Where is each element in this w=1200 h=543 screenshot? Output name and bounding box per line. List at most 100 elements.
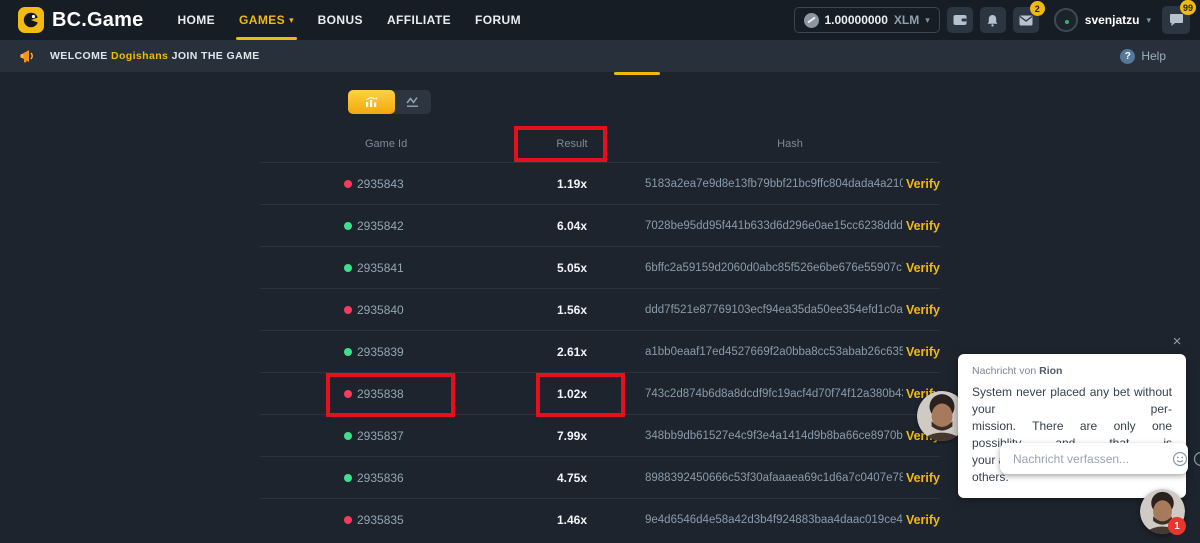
chat-input-icons: [1172, 451, 1200, 467]
chat-input-bar: [1000, 443, 1188, 474]
game-id[interactable]: 2935841: [357, 261, 404, 275]
hash-value: a1bb0eaaf17ed4527669f2a0bba8cc53abab26c6…: [645, 346, 903, 358]
username: svenjatzu: [1085, 13, 1140, 27]
verify-link[interactable]: Verify: [906, 513, 940, 527]
game-id[interactable]: 2935843: [357, 177, 404, 191]
result-value: 2.61x: [512, 345, 632, 359]
game-id[interactable]: 2935837: [357, 429, 404, 443]
balance-amount: 1.00000000: [825, 13, 888, 27]
megaphone-icon: [20, 49, 36, 63]
brand-logo[interactable]: BC.Game: [18, 7, 143, 33]
active-tab-indicator: [614, 72, 660, 75]
chat-launcher[interactable]: 1: [1140, 489, 1185, 534]
verify-link[interactable]: Verify: [906, 261, 940, 275]
table-row: 2935836 4.75x 8988392450666c53f30afaaaea…: [260, 457, 940, 499]
balance-currency: XLM: [894, 13, 919, 27]
help-label: Help: [1141, 49, 1166, 63]
nav-item-home[interactable]: HOME: [177, 0, 215, 40]
header-hash: Hash: [730, 138, 850, 150]
chat-message-line: System never placed any bet without your…: [972, 384, 1172, 418]
nav-item-forum[interactable]: FORUM: [475, 0, 521, 40]
main-nav: HOME GAMES ▾ BONUS AFFILIATE FORUM: [177, 0, 521, 40]
table-row: 2935840 1.56x ddd7f521e87769103ecf94ea35…: [260, 289, 940, 331]
header-game-id: Game Id: [365, 138, 407, 150]
verify-link[interactable]: Verify: [906, 219, 940, 233]
balance-selector[interactable]: 1.00000000 XLM ▾: [794, 7, 940, 33]
result-value: 1.56x: [512, 303, 632, 317]
hash-value: 5183a2ea7e9d8e13fb79bbf21bc9ffc804dada4a…: [645, 178, 903, 190]
nav-item-games[interactable]: GAMES ▾: [239, 0, 294, 40]
result-value: 7.99x: [512, 429, 632, 443]
annotation-box-result-1-02x: [536, 373, 625, 417]
chat-message-from: Nachricht von Rion: [972, 365, 1172, 377]
brand-name: BC.Game: [52, 9, 143, 32]
table-row: 2935842 6.04x 7028be95dd95f441b633d6d296…: [260, 205, 940, 247]
site-chat-badge: 99: [1180, 0, 1196, 15]
status-dot: [344, 474, 352, 482]
table-body: 2935843 1.19x 5183a2ea7e9d8e13fb79bbf21b…: [260, 163, 940, 541]
hash-value: 8988392450666c53f30afaaaea69c1d6a7c0407e…: [645, 472, 903, 484]
wallet-icon: [953, 14, 967, 26]
site-chat-button[interactable]: 99: [1162, 6, 1190, 34]
verify-link[interactable]: Verify: [906, 345, 940, 359]
chat-close-icon[interactable]: ×: [1168, 332, 1186, 350]
trend-chart-icon: [406, 96, 420, 108]
hash-value: 743c2d874b6d8a8dcdf9fc19acf4d70f74f12a38…: [645, 388, 903, 400]
user-avatar: [1054, 8, 1078, 32]
verify-link[interactable]: Verify: [906, 303, 940, 317]
top-navbar: BC.Game HOME GAMES ▾ BONUS AFFILIATE FOR…: [0, 0, 1200, 40]
navbar-right: 1.00000000 XLM ▾ 2 svenjatzu: [794, 0, 1191, 40]
hash-value: ddd7f521e87769103ecf94ea35da50ee354efd1c…: [645, 304, 903, 316]
annotation-box-game-id-2935838: [326, 373, 455, 417]
table-row: 2935841 5.05x 6bffc2a59159d2060d0abc85f5…: [260, 247, 940, 289]
table-row: 2935843 1.19x 5183a2ea7e9d8e13fb79bbf21b…: [260, 163, 940, 205]
chevron-down-icon: ▾: [1146, 15, 1151, 26]
mail-badge: 2: [1030, 1, 1045, 16]
result-value: 1.46x: [512, 513, 632, 527]
status-dot: [344, 306, 352, 314]
chat-unread-badge: 1: [1168, 517, 1186, 535]
chevron-down-icon: ▾: [925, 15, 930, 26]
verify-link[interactable]: Verify: [906, 177, 940, 191]
game-id[interactable]: 2935836: [357, 471, 404, 485]
nav-item-bonus[interactable]: BONUS: [318, 0, 363, 40]
bar-chart-icon: [365, 96, 379, 108]
chat-sender-name: Rion: [1039, 365, 1062, 377]
welcome-banner: WELCOME Dogishans JOIN THE GAME ? Help: [0, 40, 1200, 72]
annotation-box-result-header: [514, 126, 607, 162]
table-row: 2935839 2.61x a1bb0eaaf17ed4527669f2a0bb…: [260, 331, 940, 373]
chat-bubble-icon: [1169, 13, 1184, 27]
status-dot: [344, 180, 352, 188]
game-id[interactable]: 2935835: [357, 513, 404, 527]
banner-player-name[interactable]: Dogishans: [111, 50, 168, 62]
attachment-icon[interactable]: [1193, 451, 1200, 467]
question-icon: ?: [1120, 49, 1135, 64]
emoji-icon[interactable]: [1172, 451, 1188, 467]
result-value: 5.05x: [512, 261, 632, 275]
status-dot: [344, 222, 352, 230]
nav-item-affiliate[interactable]: AFFILIATE: [387, 0, 451, 40]
table-row: 2935837 7.99x 348bb9db61527e4c9f3e4a1414…: [260, 415, 940, 457]
help-button[interactable]: ? Help: [1120, 40, 1166, 72]
banner-welcome: WELCOME: [50, 50, 108, 62]
banner-join: JOIN THE GAME: [172, 50, 260, 62]
status-dot: [344, 348, 352, 356]
status-dot: [344, 264, 352, 272]
game-id[interactable]: 2935839: [357, 345, 404, 359]
chat-message-card: Nachricht von Rion System never placed a…: [958, 354, 1186, 498]
wallet-button[interactable]: [947, 7, 973, 33]
game-id[interactable]: 2935840: [357, 303, 404, 317]
hash-value: 6bffc2a59159d2060d0abc85f526e6be676e5590…: [645, 262, 903, 274]
result-value: 6.04x: [512, 219, 632, 233]
hash-value: 7028be95dd95f441b633d6d296e0ae15cc6238dd…: [645, 220, 903, 232]
mail-button[interactable]: 2: [1013, 7, 1039, 33]
list-view-button[interactable]: [348, 90, 395, 114]
hash-value: 9e4d6546d4e58a42d3b4f924883baa4daac019ce…: [645, 514, 903, 526]
trend-view-button[interactable]: [395, 90, 431, 114]
chat-message-input[interactable]: [1000, 452, 1172, 466]
verify-link[interactable]: Verify: [906, 471, 940, 485]
status-dot: [344, 432, 352, 440]
notifications-button[interactable]: [980, 7, 1006, 33]
user-menu[interactable]: svenjatzu ▾: [1054, 8, 1151, 32]
game-id[interactable]: 2935842: [357, 219, 404, 233]
